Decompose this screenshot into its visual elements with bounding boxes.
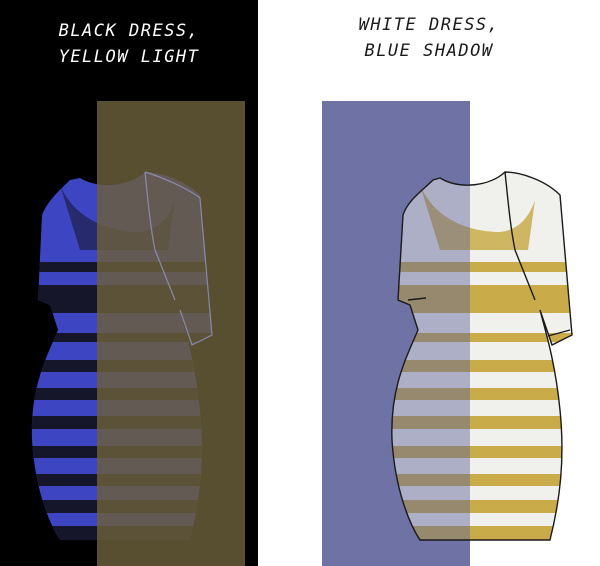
right-dress-illustration bbox=[322, 101, 573, 566]
left-yellow-light-overlay bbox=[97, 101, 245, 566]
left-dress-illustration bbox=[31, 101, 245, 566]
right-panel: White dress, blue shadow bbox=[258, 0, 600, 566]
left-panel: Black dress, yellow light bbox=[0, 0, 258, 566]
right-shadow-tint bbox=[322, 101, 470, 566]
